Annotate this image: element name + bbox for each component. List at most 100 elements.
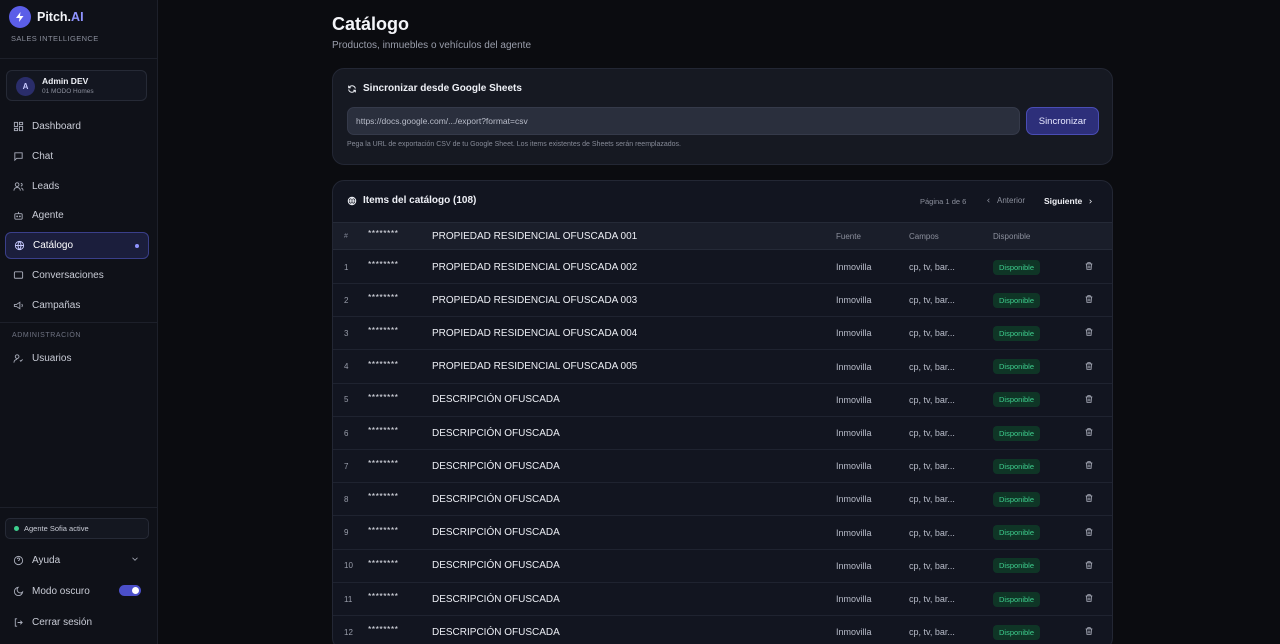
row-status: Disponible: [993, 616, 1041, 644]
table-row[interactable]: 5 ******** DESCRIPCIÓN OFUSCADA Inmovilla cp…: [333, 384, 1112, 417]
row-name: DESCRIPCIÓN OFUSCADA: [432, 427, 560, 439]
nav-item-conversaciones[interactable]: Conversaciones: [5, 262, 149, 289]
delete-button[interactable]: [1084, 284, 1094, 316]
delete-button[interactable]: [1084, 251, 1094, 283]
nav-item-label: Catálogo: [33, 240, 74, 251]
row-name: PROPIEDAD RESIDENCIAL OFUSCADA 004: [432, 327, 638, 339]
lightning-logo-icon: [9, 6, 31, 28]
nav-item-label: Leads: [32, 181, 60, 192]
trash-icon: [1084, 258, 1094, 276]
sync-button[interactable]: Sincronizar: [1026, 107, 1099, 135]
divider: [0, 507, 158, 508]
table-row[interactable]: 3 ******** PROPIEDAD RESIDENCIAL OFUSCADA …: [333, 317, 1112, 351]
trash-icon: [1084, 590, 1094, 608]
row-status: Disponible: [993, 550, 1041, 582]
delete-button[interactable]: [1084, 450, 1094, 482]
divider: [0, 322, 158, 323]
nav-item-dashboard[interactable]: Dashboard: [5, 113, 149, 140]
megaphone-icon: [12, 300, 24, 312]
trash-icon: [1084, 291, 1094, 309]
row-id: ********: [368, 259, 399, 269]
delete-button[interactable]: [1084, 417, 1094, 449]
row-id: ********: [368, 292, 399, 303]
delete-button[interactable]: [1084, 583, 1094, 615]
row-status: Disponible: [993, 351, 1041, 383]
row-num: 9: [344, 528, 349, 538]
row-name: DESCRIPCIÓN OFUSCADA: [432, 593, 560, 605]
delete-button[interactable]: [1084, 517, 1094, 549]
row-status: Disponible: [993, 384, 1041, 416]
sync-heading-text: Sincronizar desde Google Sheets: [363, 83, 522, 94]
row-name: DESCRIPCIÓN OFUSCADA: [432, 626, 560, 638]
nav-item-label: Agente: [32, 210, 64, 221]
brand[interactable]: Pitch.AI: [9, 6, 84, 28]
dashboard-icon: [12, 121, 24, 133]
row-name: PROPIEDAD RESIDENCIAL OFUSCADA 005: [432, 361, 638, 373]
row-fields: cp, tv, bar...: [909, 328, 955, 339]
catalog-icon: [13, 240, 25, 252]
robot-icon: [12, 210, 24, 222]
user-card[interactable]: A Admin DEV 01 MODO Homes: [6, 70, 147, 101]
user-subtitle: 01 MODO Homes: [42, 88, 94, 95]
table-row[interactable]: 2 ******** PROPIEDAD RESIDENCIAL OFUSCADA …: [333, 284, 1112, 318]
table-row[interactable]: 8 ******** DESCRIPCIÓN OFUSCADA Inmovilla cp…: [333, 483, 1112, 517]
nav-item-campanas[interactable]: Campañas: [5, 292, 149, 319]
row-source: Inmovilla: [836, 527, 872, 538]
table-row[interactable]: 4 ******** PROPIEDAD RESIDENCIAL OFUSCADA …: [333, 351, 1112, 384]
sidebar: Pitch.AI SALES INTELLIGENCE A Admin DEV …: [0, 0, 158, 644]
divider: [0, 58, 158, 59]
row-fields: cp, tv, bar...: [909, 627, 955, 638]
dark-mode-toggle[interactable]: [119, 585, 141, 596]
row-num: 10: [344, 561, 353, 571]
help-menu[interactable]: Ayuda: [5, 549, 149, 571]
table-row[interactable]: 1 ******** PROPIEDAD RESIDENCIAL OFUSCADA …: [333, 251, 1112, 284]
delete-button[interactable]: [1084, 351, 1094, 383]
status-dot: [14, 526, 19, 531]
row-status: Disponible: [993, 284, 1041, 316]
chevron-down-icon: [132, 557, 138, 561]
delete-button[interactable]: [1084, 616, 1094, 644]
logout-button[interactable]: Cerrar sesión: [5, 611, 149, 633]
trash-icon: [1084, 623, 1094, 641]
pagination-label: Página 1 de 6: [920, 197, 967, 206]
nav-item-chat[interactable]: Chat: [5, 143, 149, 170]
table-row[interactable]: 11 ******** DESCRIPCIÓN OFUSCADA Inmovilla c…: [333, 583, 1112, 616]
delete-button[interactable]: [1084, 384, 1094, 416]
row-fields: cp, tv, bar...: [909, 494, 955, 505]
nav-item-label: Campañas: [32, 300, 81, 311]
row-num: 4: [344, 362, 349, 372]
pagination-prev-button[interactable]: Anterior: [985, 196, 1025, 205]
sync-card: Sincronizar desde Google Sheets Sincroni…: [332, 68, 1113, 165]
table-row[interactable]: 10 ******** DESCRIPCIÓN OFUSCADA Inmovilla c…: [333, 550, 1112, 583]
status-badge: Disponible: [993, 425, 1041, 441]
agent-status-badge: Agente Sofia active: [5, 518, 149, 539]
user-admin-icon: [12, 353, 24, 365]
trash-icon: [1084, 557, 1094, 575]
nav-item-agente[interactable]: Agente: [5, 202, 149, 229]
delete-button[interactable]: [1084, 483, 1094, 515]
table-row[interactable]: 9 ******** DESCRIPCIÓN OFUSCADA Inmovilla cp…: [333, 517, 1112, 550]
table-row[interactable]: 6 ******** DESCRIPCIÓN OFUSCADA Inmovilla cp…: [333, 417, 1112, 450]
active-indicator-dot: [135, 244, 139, 248]
nav-item-usuarios[interactable]: Usuarios: [5, 345, 149, 372]
brand-tagline: SALES INTELLIGENCE: [11, 34, 99, 43]
row-source: Inmovilla: [836, 361, 872, 372]
header-source: Fuente: [836, 231, 861, 241]
table-heading: Items del catálogo (108): [347, 195, 476, 206]
table-row[interactable]: 12 ******** DESCRIPCIÓN OFUSCADA Inmovilla c…: [333, 616, 1112, 644]
row-name: DESCRIPCIÓN OFUSCADA: [432, 394, 560, 406]
row-id: ********: [368, 391, 399, 402]
row-fields: cp, tv, bar...: [909, 560, 955, 571]
row-id: ********: [368, 591, 399, 601]
nav-item-leads[interactable]: Leads: [5, 173, 149, 200]
row-source: Inmovilla: [836, 428, 872, 438]
user-name: Admin DEV: [42, 76, 89, 86]
row-fields: cp, tv, bar...: [909, 295, 955, 306]
delete-button[interactable]: [1084, 317, 1094, 349]
pagination-next-button[interactable]: Siguiente: [1044, 196, 1094, 206]
trash-icon: [1084, 457, 1094, 475]
sheet-url-input[interactable]: [347, 107, 1020, 135]
table-row[interactable]: 7 ******** DESCRIPCIÓN OFUSCADA Inmovilla cp…: [333, 450, 1112, 484]
nav-item-catalogo[interactable]: Catálogo: [5, 232, 149, 259]
delete-button[interactable]: [1084, 550, 1094, 582]
